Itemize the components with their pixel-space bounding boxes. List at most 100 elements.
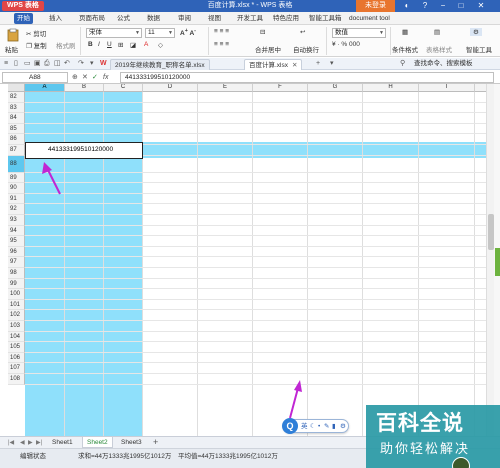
column-header-i[interactable]: I bbox=[419, 84, 475, 92]
maximize-icon[interactable]: □ bbox=[454, 0, 468, 12]
doc-tab-calc[interactable]: 百度计算.xlsx ✕ bbox=[244, 59, 303, 70]
column-header-b[interactable]: B bbox=[65, 84, 104, 92]
punctuation-icon[interactable]: • bbox=[318, 422, 320, 432]
row-header-84[interactable]: 84 bbox=[8, 113, 25, 124]
sheet-tab-2[interactable]: Sheet2 bbox=[82, 437, 113, 448]
row-header-83[interactable]: 83 bbox=[8, 102, 25, 114]
format-painter-button[interactable]: 格式刷 bbox=[56, 40, 76, 50]
cut-button[interactable]: ✂ 剪切 bbox=[26, 28, 46, 38]
confirm-icon[interactable]: ✓ bbox=[92, 72, 98, 83]
tab-view[interactable]: 视图 bbox=[205, 13, 224, 24]
column-header-a[interactable]: A bbox=[25, 84, 65, 92]
cancel-icon[interactable]: ✕ bbox=[82, 72, 88, 83]
skin-icon[interactable]: ◐ bbox=[400, 0, 414, 12]
number-format-select[interactable]: 数值 ▼ bbox=[332, 28, 386, 38]
tab-insert[interactable]: 插入 bbox=[46, 13, 65, 24]
tab-developer[interactable]: 开发工具 bbox=[234, 13, 266, 24]
fx-icon[interactable]: fx bbox=[103, 72, 108, 83]
row-header-99[interactable]: 99 bbox=[8, 278, 25, 290]
login-button[interactable]: 未登录 bbox=[356, 0, 395, 12]
row-header-107[interactable]: 107 bbox=[8, 363, 25, 374]
formula-input[interactable]: 441333199510120000 bbox=[120, 72, 494, 83]
column-header-g[interactable]: G bbox=[308, 84, 363, 92]
spreadsheet-grid[interactable]: ABCDEFGHIJK 8283848586878889909192939495… bbox=[8, 84, 486, 436]
eraser-icon[interactable]: ◇ bbox=[158, 41, 163, 49]
prev-sheet-icon[interactable]: ◀ bbox=[20, 438, 25, 448]
conditional-format-button[interactable]: 条件格式 bbox=[392, 44, 418, 54]
font-name-select[interactable]: 宋体 ▼ bbox=[86, 28, 142, 38]
tab-list-icon[interactable]: ▾ bbox=[330, 59, 334, 69]
row-header-90[interactable]: 90 bbox=[8, 183, 25, 194]
undo-icon[interactable]: ↶ bbox=[64, 59, 70, 69]
row-header-88[interactable]: 88 bbox=[8, 155, 25, 173]
column-header-d[interactable]: D bbox=[143, 84, 198, 92]
row-header-94[interactable]: 94 bbox=[8, 225, 25, 237]
row-header-98[interactable]: 98 bbox=[8, 268, 25, 279]
add-tab-icon[interactable]: + bbox=[316, 59, 320, 69]
row-header-82[interactable]: 82 bbox=[8, 92, 25, 103]
vertical-scrollbar[interactable] bbox=[486, 84, 494, 436]
tab-home[interactable]: 开始 bbox=[14, 13, 33, 24]
merge-center-button[interactable]: 合并居中 bbox=[255, 44, 281, 54]
microphone-icon[interactable]: ✎ bbox=[324, 422, 329, 432]
row-header-100[interactable]: 100 bbox=[8, 289, 25, 300]
row-header-86[interactable]: 86 bbox=[8, 134, 25, 145]
row-header-87[interactable]: 87 bbox=[8, 145, 25, 156]
close-icon[interactable]: ✕ bbox=[292, 62, 297, 69]
fill-color-button[interactable]: ◪ bbox=[130, 41, 136, 49]
tab-data[interactable]: 数据 bbox=[144, 13, 163, 24]
moon-icon[interactable]: ☾ bbox=[310, 422, 316, 432]
tab-formula[interactable]: 公式 bbox=[114, 13, 133, 24]
border-button[interactable]: ⊞ bbox=[118, 41, 123, 49]
row-header-85[interactable]: 85 bbox=[8, 123, 25, 135]
table-style-button[interactable]: 表格样式 bbox=[426, 44, 452, 54]
grow-font-button[interactable]: A+ A- bbox=[180, 28, 196, 37]
print-icon[interactable]: ⎙ bbox=[44, 59, 50, 69]
new-file-icon[interactable]: ▯ bbox=[14, 59, 18, 69]
name-box[interactable]: A88 bbox=[2, 72, 68, 83]
minimize-icon[interactable]: − bbox=[436, 0, 450, 12]
customize-icon[interactable]: ▾ bbox=[90, 59, 94, 69]
font-color-button[interactable]: A bbox=[144, 41, 148, 48]
command-search[interactable]: 查找命令、搜索模板 bbox=[414, 59, 473, 69]
preview-icon[interactable]: ◫ bbox=[54, 59, 61, 69]
clipboard-icon[interactable]: ▮ bbox=[332, 422, 336, 432]
row-header-108[interactable]: 108 bbox=[8, 374, 25, 385]
row-header-91[interactable]: 91 bbox=[8, 193, 25, 205]
help-icon[interactable]: ? bbox=[418, 0, 432, 12]
next-sheet-icon[interactable]: ▶ bbox=[28, 438, 33, 448]
wps-logo[interactable]: WPS 表格 bbox=[2, 1, 44, 11]
search-icon[interactable]: ⚲ bbox=[400, 59, 405, 69]
align-top-icons[interactable]: ≡ ≡ ≡ bbox=[214, 28, 229, 35]
sheet-tab-3[interactable]: Sheet3 bbox=[117, 437, 146, 448]
column-header-c[interactable]: C bbox=[104, 84, 143, 92]
row-header-92[interactable]: 92 bbox=[8, 204, 25, 215]
underline-button[interactable]: U bbox=[107, 41, 112, 48]
redo-icon[interactable]: ↷ bbox=[78, 59, 84, 69]
smart-tool-button[interactable]: 智能工具 bbox=[466, 44, 492, 54]
settings-icon[interactable]: ⚙ bbox=[340, 422, 346, 432]
tab-features[interactable]: 特色应用 bbox=[270, 13, 302, 24]
open-folder-icon[interactable]: ▭ bbox=[24, 59, 31, 69]
column-header-e[interactable]: E bbox=[198, 84, 253, 92]
tab-review[interactable]: 审阅 bbox=[175, 13, 194, 24]
row-header-105[interactable]: 105 bbox=[8, 342, 25, 353]
last-sheet-icon[interactable]: ▶| bbox=[36, 438, 42, 448]
tab-smart-toolbox[interactable]: 智能工具箱 bbox=[306, 13, 345, 24]
row-header-101[interactable]: 101 bbox=[8, 299, 25, 311]
ime-lang[interactable]: 英 bbox=[301, 422, 308, 432]
row-header-97[interactable]: 97 bbox=[8, 257, 25, 268]
font-size-select[interactable]: 11 ▼ bbox=[145, 28, 175, 38]
row-header-102[interactable]: 102 bbox=[8, 310, 25, 321]
paste-icon[interactable] bbox=[6, 28, 20, 42]
bold-button[interactable]: B bbox=[88, 41, 93, 48]
side-panel-toggle[interactable] bbox=[495, 248, 500, 276]
row-header-104[interactable]: 104 bbox=[8, 331, 25, 343]
tab-page-layout[interactable]: 页面布局 bbox=[76, 13, 108, 24]
wps-doc-icon[interactable]: W bbox=[100, 59, 107, 69]
percent-button[interactable]: ¥ · % 000 bbox=[332, 41, 360, 48]
align-left-icons[interactable]: ≡ ≡ ≡ bbox=[214, 41, 229, 48]
select-all-corner[interactable] bbox=[8, 84, 25, 92]
italic-button[interactable]: I bbox=[98, 41, 100, 48]
column-header-h[interactable]: H bbox=[363, 84, 419, 92]
